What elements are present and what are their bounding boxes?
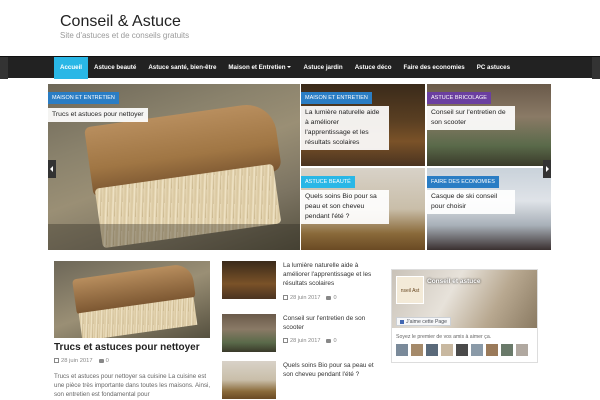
facebook-page-name[interactable]: Conseil et astuce: [427, 278, 480, 285]
comment-count[interactable]: 0: [333, 338, 336, 344]
avatar[interactable]: [486, 344, 498, 356]
nav-item-astuce-jardin[interactable]: Astuce jardin: [297, 57, 348, 79]
list-item: Conseil sur l'entretien de son scooter 2…: [222, 314, 382, 354]
tile-shadow: [48, 224, 300, 250]
comment-icon: [98, 359, 104, 363]
nav-item-economies[interactable]: Faire des economies: [397, 57, 470, 79]
avatar[interactable]: [426, 344, 438, 356]
avatar[interactable]: [456, 344, 468, 356]
nav-item-pc-astuces[interactable]: PC astuces: [471, 57, 516, 79]
facebook-like-label: J'aime cette Page: [406, 319, 448, 325]
slider-title[interactable]: Trucs et astuces pour nettoyer: [48, 108, 148, 122]
list-item: Quels soins Bio pour sa peau et son chev…: [222, 361, 382, 400]
avatar[interactable]: [411, 344, 423, 356]
comment-count[interactable]: 0: [333, 295, 336, 301]
slider-next-button[interactable]: [543, 160, 551, 178]
slider-tile-soins-bio[interactable]: Astuce beauté Quels soins Bio pour sa pe…: [301, 168, 425, 250]
facebook-page-widget: nseil Ast Conseil et astuce J'aime cette…: [391, 269, 538, 363]
nav-item-astuce-sante[interactable]: Astuce santé, bien-être: [142, 57, 222, 79]
post-title[interactable]: Conseil sur l'entretien de son scooter: [283, 314, 383, 332]
slider-tile-casque-ski[interactable]: Faire des economies Casque de ski consei…: [427, 168, 551, 250]
nav-item-maison-entretien[interactable]: Maison et Entretien: [222, 57, 297, 79]
featured-post-title[interactable]: Trucs et astuces pour nettoyer: [54, 342, 200, 353]
category-badge[interactable]: Astuce beauté: [301, 176, 355, 188]
nav-item-maison-label: Maison et Entretien: [228, 64, 286, 71]
nav-item-accueil[interactable]: Accueil: [54, 57, 89, 79]
site-tagline: Site d'astuces et de conseils gratuits: [60, 31, 190, 40]
slider-title[interactable]: Casque de ski conseil pour choisir: [427, 190, 515, 214]
facebook-cover-image[interactable]: nseil Ast Conseil et astuce J'aime cette…: [392, 270, 537, 328]
featured-post-meta: 28 juin 2017 0: [54, 358, 109, 364]
site-header: Conseil & Astuce Site d'astuces et de co…: [0, 0, 600, 56]
nav-item-astuce-deco[interactable]: Astuce déco: [349, 57, 398, 79]
list-item: La lumière naturelle aide à améliorer l'…: [222, 261, 382, 301]
slider-title[interactable]: Conseil sur l'entretien de son scooter: [427, 106, 515, 130]
post-thumbnail[interactable]: [222, 314, 276, 352]
avatar[interactable]: [471, 344, 483, 356]
post-title[interactable]: Quels soins Bio pour sa peau et son chev…: [283, 361, 383, 379]
avatar[interactable]: [441, 344, 453, 356]
avatar[interactable]: [501, 344, 513, 356]
nav-left-edge: [0, 57, 8, 79]
post-meta: 28 juin 2017 0: [283, 338, 337, 344]
comment-icon: [326, 339, 332, 343]
post-thumbnail[interactable]: [222, 361, 276, 399]
slider-prev-button[interactable]: [48, 160, 56, 178]
calendar-icon: [54, 358, 59, 363]
nav-right-edge: [592, 57, 600, 79]
comment-count[interactable]: 0: [106, 358, 109, 364]
avatar[interactable]: [516, 344, 528, 356]
slider-tile-scooter[interactable]: Astuce bricolage Conseil sur l'entretien…: [427, 84, 551, 166]
featured-post-image[interactable]: [54, 261, 210, 338]
slider-title[interactable]: La lumière naturelle aide à améliorer l'…: [301, 106, 389, 150]
nav-item-astuce-beaute[interactable]: Astuce beauté: [88, 57, 142, 79]
slider-tile-main[interactable]: Maison et entretien Trucs et astuces pou…: [48, 84, 300, 250]
featured-slider: Maison et entretien Trucs et astuces pou…: [48, 84, 551, 250]
avatar[interactable]: [396, 344, 408, 356]
slider-title[interactable]: Quels soins Bio pour sa peau et son chev…: [301, 190, 389, 224]
site-title[interactable]: Conseil & Astuce: [60, 13, 181, 31]
comment-icon: [326, 296, 332, 300]
category-badge[interactable]: Astuce bricolage: [427, 92, 491, 104]
chevron-left-icon: [50, 166, 53, 172]
main-navigation: Accueil Astuce beauté Astuce santé, bien…: [0, 56, 600, 79]
post-thumbnail[interactable]: [222, 261, 276, 299]
post-title[interactable]: La lumière naturelle aide à améliorer l'…: [283, 261, 383, 288]
chevron-down-icon: [287, 66, 292, 69]
slider-tile-lumiere[interactable]: Maison et entretien La lumière naturelle…: [301, 84, 425, 166]
facebook-like-button[interactable]: J'aime cette Page: [396, 317, 452, 326]
category-badge[interactable]: Maison et entretien: [301, 92, 372, 104]
facebook-friend-faces: [396, 344, 528, 356]
category-badge[interactable]: Faire des economies: [427, 176, 499, 188]
calendar-icon: [283, 295, 288, 300]
facebook-friends-text: Soyez le premier de vos amis à aimer ça.: [396, 334, 492, 340]
chevron-right-icon: [546, 166, 549, 172]
nav-items: Accueil Astuce beauté Astuce santé, bien…: [54, 57, 516, 79]
facebook-icon: [400, 319, 404, 324]
post-date: 28 juin 2017: [290, 338, 321, 344]
calendar-icon: [283, 338, 288, 343]
facebook-page-avatar[interactable]: nseil Ast: [396, 276, 424, 304]
category-badge[interactable]: Maison et entretien: [48, 92, 119, 104]
post-meta: 28 juin 2017 0: [283, 295, 337, 301]
featured-post-excerpt: Trucs et astuces pour nettoyer sa cuisin…: [54, 373, 211, 398]
post-date: 28 juin 2017: [61, 358, 93, 364]
post-date: 28 juin 2017: [290, 295, 321, 301]
